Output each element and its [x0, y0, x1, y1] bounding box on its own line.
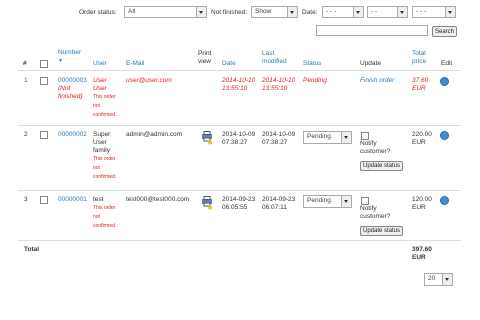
not-finished-select[interactable]: Show: [251, 6, 298, 18]
page-size-select[interactable]: 20: [424, 273, 453, 286]
total-label: Total: [24, 246, 40, 253]
row-checkbox[interactable]: [40, 196, 48, 204]
order-number-link[interactable]: 00000003: [58, 77, 87, 85]
col-print-view: Print view: [198, 50, 212, 65]
email[interactable]: test000@test000.com: [126, 196, 189, 204]
user-name: test: [93, 196, 104, 203]
divider: [18, 125, 461, 126]
row-checkbox[interactable]: [40, 77, 48, 85]
row-index: 2: [24, 131, 28, 138]
update-status-button[interactable]: Update status: [360, 161, 404, 171]
page-size-value: 20: [428, 275, 436, 282]
modified-date: 2014-10-09 07:38:27: [262, 131, 296, 146]
col-update: Update: [360, 60, 381, 67]
chevron-down-icon: [287, 7, 297, 17]
col-user[interactable]: User: [93, 60, 107, 68]
sort-arrow-icon: ▼: [58, 58, 63, 64]
chevron-down-icon: [445, 7, 455, 17]
grand-total: 397.60 EUR: [412, 246, 432, 261]
edit-icon[interactable]: [440, 131, 449, 140]
date-month-select[interactable]: - -: [367, 6, 408, 18]
col-edit: Edit: [441, 60, 453, 67]
divider: [18, 190, 461, 191]
notify-label: Notify customer?: [360, 205, 391, 220]
notify-label: Notify customer?: [360, 140, 391, 155]
row-index: 1: [24, 77, 28, 84]
search-button[interactable]: Search: [432, 26, 458, 37]
finish-order-link[interactable]: Finish order: [360, 77, 394, 85]
order-status-value: All: [128, 8, 136, 15]
user-name: Super User family: [93, 131, 111, 154]
status-select[interactable]: Pending: [303, 195, 352, 208]
chevron-down-icon: [442, 274, 452, 285]
col-number-label: Number: [58, 49, 82, 56]
col-email[interactable]: E-Mail: [126, 60, 144, 68]
user-note: This order not confirmed.: [93, 94, 117, 118]
date-day-select[interactable]: - - -: [322, 6, 364, 18]
user-note: This order not confirmed.: [93, 156, 117, 180]
search-input[interactable]: [316, 25, 428, 36]
order-number-link[interactable]: 00000001: [58, 196, 87, 204]
col-index: #: [23, 60, 27, 67]
printer-icon[interactable]: [201, 131, 213, 145]
col-date[interactable]: Date: [222, 60, 236, 68]
order-date: 2014-10-10 13:55:10: [222, 77, 256, 92]
divider: [18, 240, 461, 241]
user-name: User User: [93, 77, 107, 92]
status-value: Pending: [307, 197, 331, 204]
col-total-price[interactable]: Total price: [412, 50, 434, 66]
row-index: 3: [24, 196, 28, 203]
date-day-value: - - -: [326, 8, 337, 15]
date-label: Date:: [302, 9, 318, 16]
chevron-down-icon: [341, 132, 351, 143]
col-status[interactable]: Status: [303, 60, 321, 68]
row-checkbox[interactable]: [40, 131, 48, 139]
order-note: (Not finished): [58, 85, 83, 100]
chevron-down-icon: [397, 7, 407, 17]
status-value: Pending: [307, 133, 331, 140]
total-price: 37.60 EUR: [412, 77, 429, 92]
email[interactable]: admin@admin.com: [126, 131, 182, 139]
not-finished-value: Show: [255, 8, 272, 15]
chevron-down-icon: [353, 7, 363, 17]
select-all-checkbox[interactable]: [40, 60, 48, 68]
total-price: 120.00 EUR: [412, 196, 432, 211]
notify-checkbox[interactable]: [361, 132, 369, 140]
printer-icon[interactable]: [201, 196, 213, 210]
date-month-value: - -: [371, 8, 378, 15]
order-status-label: Order status:: [79, 9, 117, 16]
total-price: 220.00 EUR: [412, 131, 432, 146]
order-number-link[interactable]: 00000002: [58, 131, 87, 139]
divider: [18, 70, 461, 71]
edit-icon[interactable]: [440, 77, 449, 86]
col-last-modified[interactable]: Last modified: [262, 50, 292, 66]
order-date: 2014-10-09 07:38:27: [222, 131, 256, 146]
email[interactable]: user@user.com: [126, 77, 172, 85]
notify-checkbox[interactable]: [361, 197, 369, 205]
date-year-value: - - -: [416, 8, 427, 15]
update-status-button[interactable]: Update status: [360, 226, 404, 236]
modified-date: 2014-10-10 13:55:10: [262, 77, 296, 92]
order-date: 2014-09-23 06:05:55: [222, 196, 256, 211]
order-status-select[interactable]: All: [124, 6, 207, 18]
status-text: Pending: [303, 77, 327, 84]
col-number[interactable]: Number ▼: [58, 49, 81, 65]
edit-icon[interactable]: [440, 196, 449, 205]
chevron-down-icon: [196, 7, 206, 17]
date-year-select[interactable]: - - -: [412, 6, 456, 18]
modified-date: 2014-09-23 06:07:11: [262, 196, 296, 211]
chevron-down-icon: [341, 196, 351, 207]
status-select[interactable]: Pending: [303, 131, 352, 144]
not-finished-label: Not finished:: [211, 9, 248, 16]
user-note: This order not confirmed.: [93, 205, 117, 229]
